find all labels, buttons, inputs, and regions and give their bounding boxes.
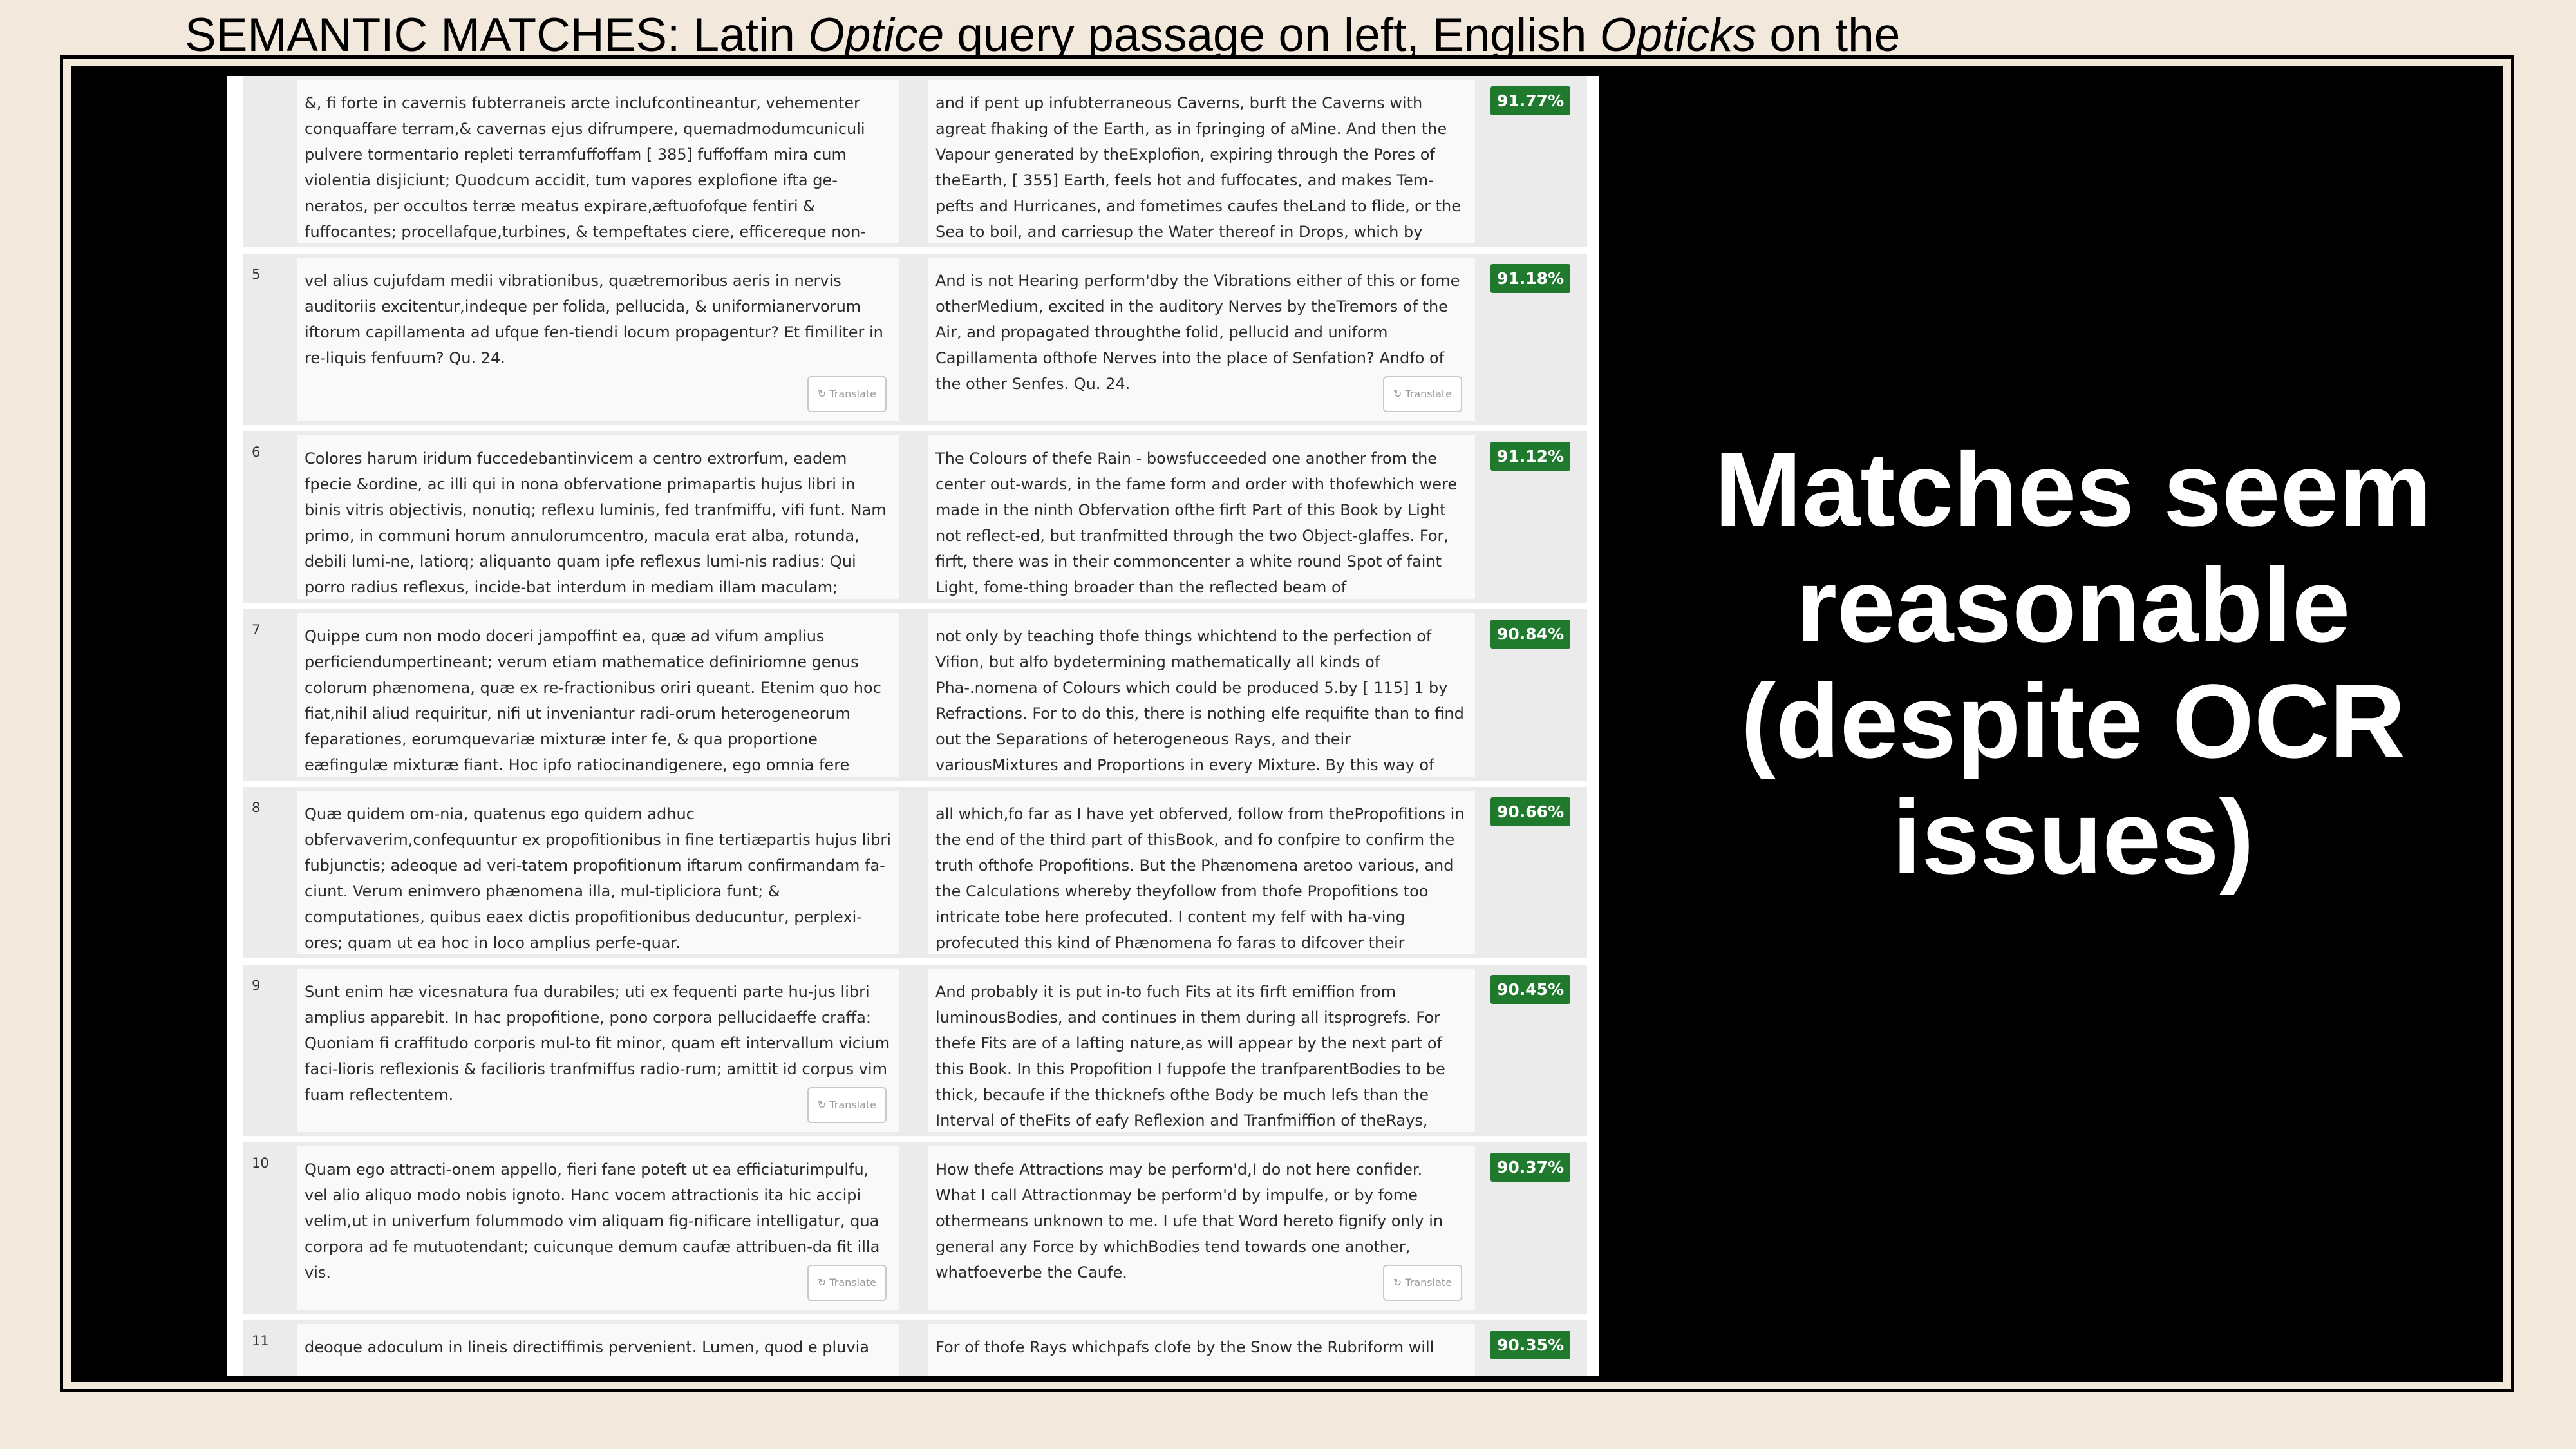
english-passage: The Colours of thefe Rain - bowsfucceede…: [928, 435, 1475, 599]
english-passage: And probably it is put in-to fuch Fits a…: [928, 969, 1475, 1132]
latin-passage: Quippe cum non modo doceri jampoffint ea…: [297, 613, 899, 777]
latin-passage: Colores harum iridum fuccedebantinvicem …: [297, 435, 899, 599]
latin-passage: Quam ego attracti-onem appello, fieri fa…: [297, 1146, 899, 1310]
translate-label: Translate: [1405, 388, 1452, 400]
english-text: And is not Hearing perform'dby the Vibra…: [935, 272, 1460, 393]
latin-text: vel alius cujufdam medii vibrationibus, …: [305, 272, 883, 367]
english-passage: And is not Hearing perform'dby the Vibra…: [928, 258, 1475, 421]
row-number: 8: [252, 800, 261, 815]
latin-passage: deoque adoculum in lineis directiffimis …: [297, 1324, 899, 1376]
table-row: 11 deoque adoculum in lineis directiffim…: [243, 1320, 1587, 1376]
translate-button[interactable]: ↻ Translate: [807, 376, 887, 412]
latin-text: Quam ego attracti-onem appello, fieri fa…: [305, 1160, 880, 1282]
table-row: 10 Quam ego attracti-onem appello, fieri…: [243, 1142, 1587, 1314]
table-row: 8 Quæ quidem om-nia, quatenus ego quidem…: [243, 787, 1587, 958]
table-row: 5 vel alius cujufdam medii vibrationibus…: [243, 254, 1587, 425]
title-prefix: SEMANTIC MATCHES: Latin: [185, 9, 809, 61]
table-row: 6 Colores harum iridum fuccedebantinvice…: [243, 431, 1587, 603]
title-middle: query passage on left, English: [944, 9, 1600, 61]
title-latin-word: Optice: [808, 9, 945, 61]
similarity-score-badge: 90.37%: [1490, 1153, 1571, 1182]
translate-label: Translate: [829, 1276, 876, 1289]
similarity-score-badge: 90.35%: [1490, 1331, 1571, 1359]
english-passage: How thefe Attractions may be perform'd,I…: [928, 1146, 1475, 1310]
row-number: 6: [252, 444, 261, 460]
similarity-score-badge: 91.18%: [1490, 264, 1571, 293]
english-passage: not only by teaching thofe things whicht…: [928, 613, 1475, 777]
title-english-word: Opticks: [1599, 9, 1757, 61]
translate-button[interactable]: ↻ Translate: [1382, 376, 1462, 412]
english-passage: and if pent up infubterraneous Caverns, …: [928, 80, 1475, 243]
similarity-score-badge: 90.84%: [1490, 620, 1571, 649]
translate-button[interactable]: ↻ Translate: [1382, 1265, 1462, 1301]
english-passage: For of thofe Rays whichpafs clofe by the…: [928, 1324, 1475, 1376]
english-text: How thefe Attractions may be perform'd,I…: [935, 1160, 1443, 1282]
row-number: 10: [252, 1155, 269, 1171]
row-number: 5: [252, 267, 261, 282]
table-row: 9 Sunt enim hæ vicesnatura fua durabiles…: [243, 965, 1587, 1136]
similarity-score-badge: 90.45%: [1490, 975, 1571, 1004]
latin-passage: Sunt enim hæ vicesnatura fua durabiles; …: [297, 969, 899, 1132]
table-row: 7 Quippe cum non modo doceri jampoffint …: [243, 609, 1587, 781]
table-row: &, fi forte in cavernis fubterraneis arc…: [243, 76, 1587, 247]
results-screenshot: &, fi forte in cavernis fubterraneis arc…: [227, 76, 1599, 1376]
row-number: 9: [252, 978, 261, 993]
row-number: 7: [252, 622, 261, 638]
row-number: 11: [252, 1333, 269, 1349]
translate-label: Translate: [829, 388, 876, 400]
slide-caption: Matches seem reasonable (despite OCR iss…: [1714, 430, 2432, 896]
latin-passage: Quæ quidem om-nia, quatenus ego quidem a…: [297, 791, 899, 954]
latin-text: Sunt enim hæ vicesnatura fua durabiles; …: [305, 983, 890, 1104]
similarity-score-badge: 91.77%: [1490, 86, 1571, 115]
similarity-score-badge: 91.12%: [1490, 442, 1571, 471]
translate-button[interactable]: ↻ Translate: [807, 1265, 887, 1301]
english-passage: all which,fo far as I have yet obferved,…: [928, 791, 1475, 954]
translate-label: Translate: [829, 1099, 876, 1111]
translate-button[interactable]: ↻ Translate: [807, 1087, 887, 1123]
latin-passage: &, fi forte in cavernis fubterraneis arc…: [297, 80, 899, 243]
similarity-score-badge: 90.66%: [1490, 797, 1571, 826]
latin-passage: vel alius cujufdam medii vibrationibus, …: [297, 258, 899, 421]
translate-label: Translate: [1405, 1276, 1452, 1289]
